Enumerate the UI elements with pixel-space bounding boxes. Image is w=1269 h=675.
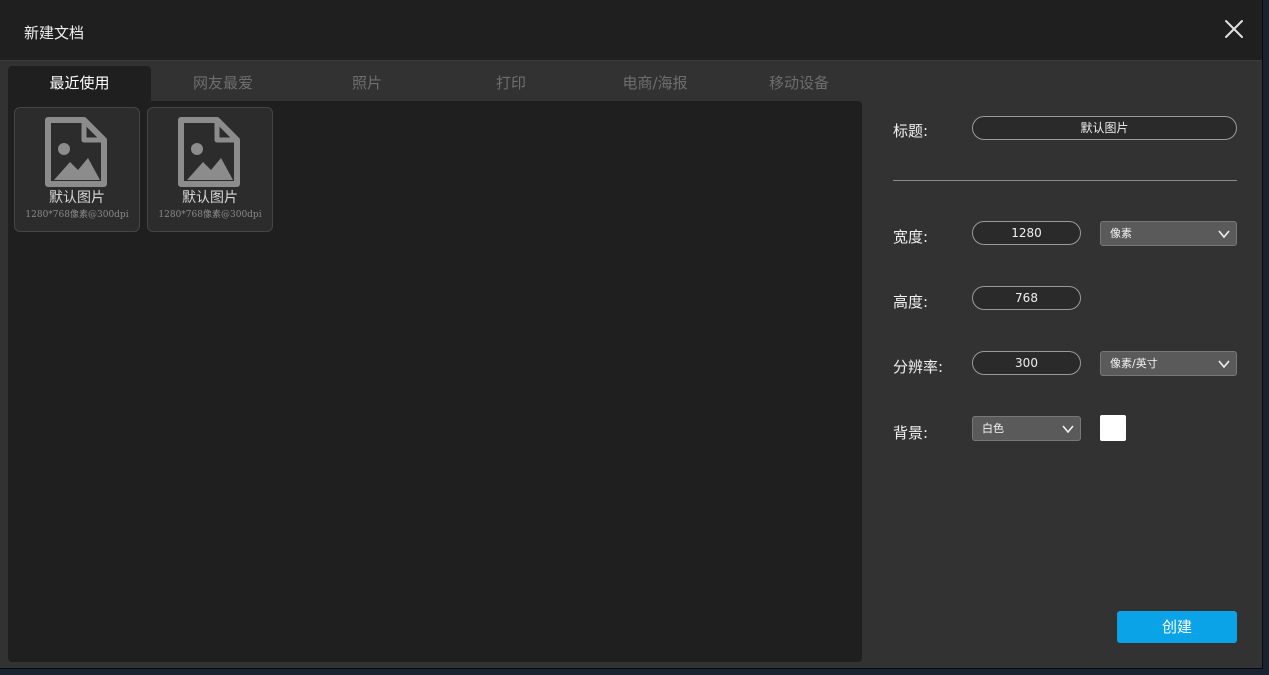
card-description: 1280*768像素@300dpi [158,210,262,220]
title-bar: 新建文档 [0,0,1262,61]
close-button[interactable] [1222,17,1246,41]
resolution-input[interactable]: 300 [972,351,1081,375]
width-unit-value: 像素 [1110,227,1132,240]
background-value: 白色 [982,422,1004,435]
dialog-title: 新建文档 [24,24,85,42]
tab-ecommerce-poster[interactable]: 电商/海报 [583,66,727,101]
image-file-icon [45,117,107,187]
tab-print[interactable]: 打印 [439,66,583,101]
tab-favorites[interactable]: 网友最爱 [151,66,295,101]
tab-mobile-devices[interactable]: 移动设备 [727,66,871,101]
template-card[interactable]: 默认图片 1280*768像素@300dpi [14,107,140,232]
card-name: 默认图片 [49,190,105,206]
image-file-icon [178,117,240,187]
title-input[interactable]: 默认图片 [972,116,1237,140]
resolution-unit-value: 像素/英寸 [1110,357,1158,370]
tab-recent[interactable]: 最近使用 [8,66,151,101]
card-description: 1280*768像素@300dpi [25,210,129,220]
height-label: 高度: [893,293,929,311]
background-label: 背景: [893,424,929,442]
chevron-down-icon [1218,230,1230,239]
chevron-down-icon [1062,425,1074,434]
card-name: 默认图片 [182,190,238,206]
template-card[interactable]: 默认图片 1280*768像素@300dpi [147,107,273,232]
title-label: 标题: [893,122,929,140]
resolution-label: 分辨率: [893,358,944,376]
create-button[interactable]: 创建 [1117,611,1237,643]
width-label: 宽度: [893,228,929,246]
tab-photos[interactable]: 照片 [295,66,439,101]
width-unit-select[interactable]: 像素 [1100,221,1237,246]
height-input[interactable]: 768 [972,286,1081,310]
resolution-unit-select[interactable]: 像素/英寸 [1100,351,1237,376]
divider [893,180,1237,181]
background-select[interactable]: 白色 [972,416,1081,441]
background-color-swatch[interactable] [1100,415,1126,441]
width-input[interactable]: 1280 [972,221,1081,245]
new-document-dialog: 新建文档 最近使用 网友最爱 照片 打印 电商/海报 移动设备 默认图片 128… [0,0,1263,669]
chevron-down-icon [1218,360,1230,369]
close-icon [1225,20,1243,38]
template-list: 默认图片 1280*768像素@300dpi 默认图片 1280*768像素@3… [8,101,862,662]
